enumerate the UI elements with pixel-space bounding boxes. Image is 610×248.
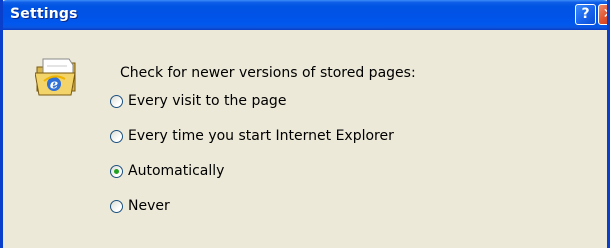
radio-automatically[interactable] (110, 164, 123, 178)
radio-label-never: Never (128, 198, 170, 214)
radio-label-every-visit: Every visit to the page (128, 93, 287, 109)
internet-explorer-folder-icon: e (34, 57, 79, 97)
help-button[interactable]: ? (575, 4, 596, 25)
radio-every-start[interactable] (110, 129, 123, 143)
window-title: Settings (10, 6, 78, 22)
option-never[interactable]: Never (110, 196, 170, 216)
title-bar[interactable]: Settings ? ✕ (3, 0, 607, 30)
option-every-start[interactable]: Every time you start Internet Explorer (110, 126, 394, 146)
option-every-visit[interactable]: Every visit to the page (110, 91, 286, 111)
close-button[interactable]: ✕ (598, 4, 607, 25)
svg-text:e: e (50, 78, 58, 93)
option-automatically[interactable]: Automatically (110, 161, 224, 181)
radio-every-visit[interactable] (110, 94, 123, 108)
dialog-content: e Check for newer versions of stored pag… (3, 30, 607, 248)
settings-dialog: Settings ? ✕ e Check for newer versions … (0, 0, 610, 248)
radio-never[interactable] (110, 199, 123, 213)
check-versions-label: Check for newer versions of stored pages… (120, 65, 416, 81)
radio-label-every-start: Every time you start Internet Explorer (128, 128, 394, 144)
radio-label-automatically: Automatically (128, 163, 225, 179)
